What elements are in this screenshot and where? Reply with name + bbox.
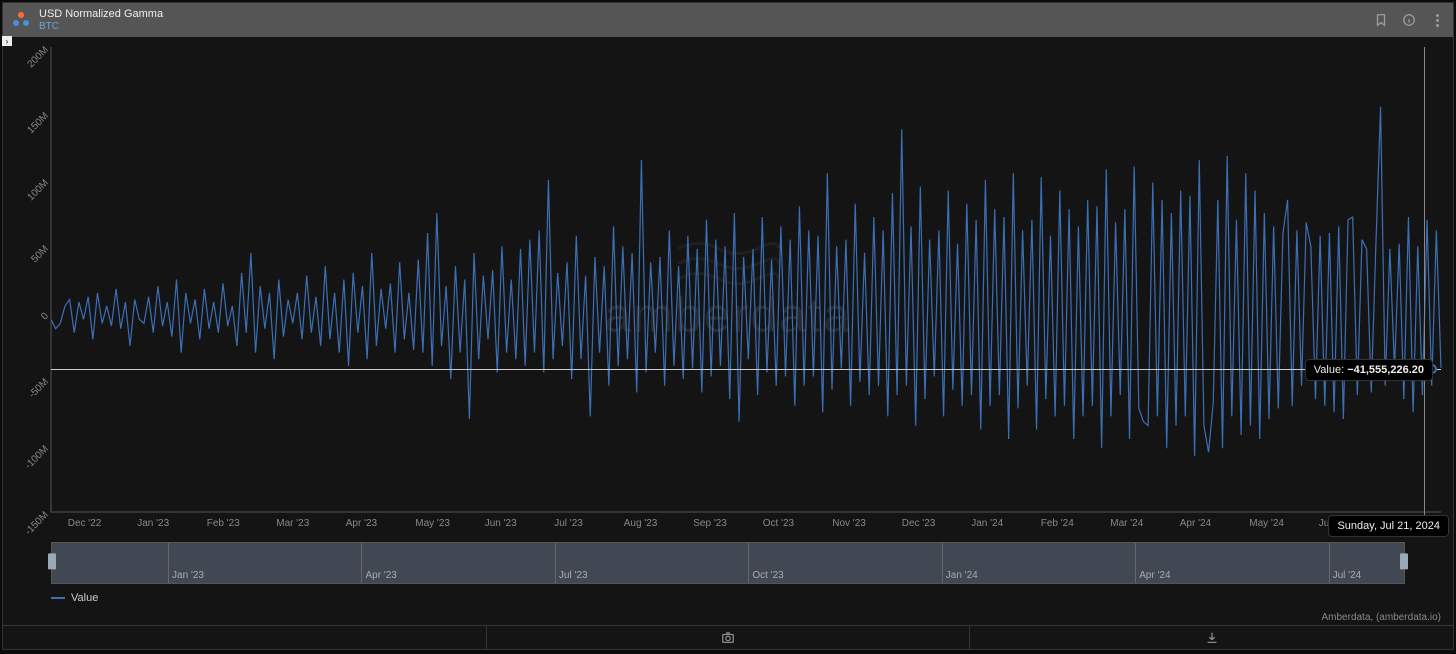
navigator-tick: Jul '23 [559, 570, 588, 581]
navigator-tick: Apr '23 [365, 570, 396, 581]
more-menu-icon[interactable] [1429, 12, 1445, 28]
titlebar: USD Normalized Gamma BTC [3, 3, 1453, 37]
navigator-handle-left[interactable] [48, 553, 56, 569]
x-axis-tick: Sep '23 [693, 518, 727, 529]
x-axis-tick: Apr '23 [346, 518, 377, 529]
x-axis-tick: Aug '23 [624, 518, 658, 529]
navigator-handle-right[interactable] [1400, 553, 1408, 569]
x-axis-tick: Mar '24 [1110, 518, 1143, 529]
crosshair-vertical [1424, 47, 1425, 527]
range-navigator[interactable]: Jan '23 Apr '23 Jul '23 Oct '23 Jan '24 Apr '… [51, 542, 1405, 584]
tooltip-value: Value: −41,555,226.20 [1305, 359, 1433, 381]
footer-toolbar [3, 625, 1453, 649]
x-axis-tick: Jul '23 [554, 518, 583, 529]
x-axis-tick: Oct '23 [763, 518, 794, 529]
navigator-tick: Apr '24 [1139, 570, 1170, 581]
bookmark-icon[interactable] [1373, 12, 1389, 28]
footer-cell-1[interactable] [3, 626, 487, 649]
legend-label: Value [71, 592, 98, 604]
crosshair-horizontal [51, 369, 1441, 370]
chart-subtitle: BTC [39, 21, 163, 32]
navigator-tick: Oct '23 [752, 570, 783, 581]
screenshot-button[interactable] [487, 626, 971, 649]
amberdata-logo-icon [11, 10, 31, 30]
download-button[interactable] [970, 626, 1453, 649]
x-axis-tick: Jan '23 [137, 518, 169, 529]
chart-plot-area[interactable]: amberdata -150M-100M-50M050M100M150M200M… [3, 37, 1453, 534]
x-axis-tick: Feb '23 [207, 518, 240, 529]
x-axis-tick: Dec '22 [68, 518, 102, 529]
x-axis-tick: Dec '23 [902, 518, 936, 529]
tooltip-date: Sunday, Jul 21, 2024 [1328, 515, 1449, 537]
expand-sidebar-button[interactable]: › [2, 36, 12, 46]
navigator-tick: Jul '24 [1333, 570, 1362, 581]
navigator-tick: Jan '23 [172, 570, 204, 581]
x-axis-tick: May '23 [415, 518, 450, 529]
legend: Value [3, 586, 1453, 610]
attribution-text: Amberdata, (amberdata.io) [3, 610, 1453, 625]
chart-title: USD Normalized Gamma [39, 8, 163, 20]
x-axis-tick: Nov '23 [832, 518, 866, 529]
x-axis-tick: Mar '23 [276, 518, 309, 529]
info-icon[interactable] [1401, 12, 1417, 28]
x-axis-tick: Jun '23 [485, 518, 517, 529]
legend-swatch [51, 597, 65, 599]
x-axis-tick: Apr '24 [1180, 518, 1211, 529]
x-axis-tick: May '24 [1249, 518, 1284, 529]
x-axis-tick: Jan '24 [971, 518, 1003, 529]
x-axis-tick: Feb '24 [1041, 518, 1074, 529]
navigator-tick: Jan '24 [946, 570, 978, 581]
